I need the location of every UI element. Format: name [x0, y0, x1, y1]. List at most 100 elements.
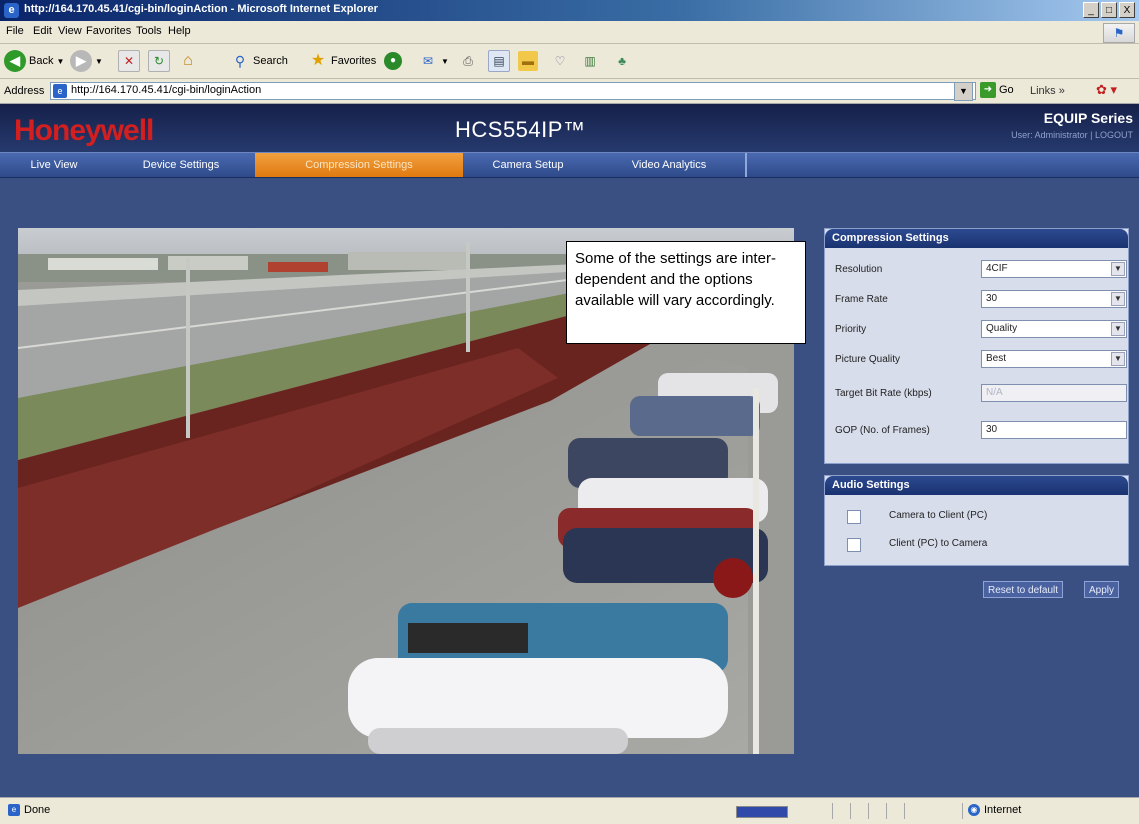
target-bit-rate-label: Target Bit Rate (kbps)	[835, 388, 932, 399]
windows-logo-icon: ⚑	[1103, 23, 1135, 43]
discuss-button[interactable]: ♣	[612, 49, 632, 73]
camera-to-client-option[interactable]: Camera to Client (PC)	[847, 509, 1107, 525]
print-button[interactable]: ⎙	[458, 49, 478, 73]
priority-value: Quality	[986, 323, 1018, 334]
tab-live-view[interactable]: Live View	[0, 153, 108, 177]
camera-to-client-checkbox[interactable]	[847, 510, 861, 524]
resolution-select[interactable]: 4CIF ▼	[981, 260, 1127, 278]
menu-help[interactable]: Help	[168, 25, 191, 37]
close-button[interactable]: X	[1119, 2, 1135, 18]
honeywell-logo: Honeywell	[14, 114, 154, 147]
menu-tools[interactable]: Tools	[136, 25, 162, 37]
search-button[interactable]: ⚲ Search	[230, 49, 288, 73]
chevron-down-icon: ▼	[1111, 352, 1125, 366]
status-divider	[868, 803, 869, 819]
status-divider	[832, 803, 833, 819]
load-progress-bar	[736, 806, 788, 818]
research-button[interactable]: ▥	[580, 49, 600, 73]
page-done-icon: e	[8, 804, 20, 816]
links-button[interactable]: Links »	[1030, 85, 1065, 97]
client-to-camera-option[interactable]: Client (PC) to Camera	[847, 537, 1107, 553]
apply-button[interactable]: Apply	[1084, 581, 1120, 598]
book-icon: ▥	[584, 54, 596, 68]
window-title: http://164.170.45.41/cgi-bin/loginAction…	[24, 3, 378, 15]
go-button[interactable]: ➜ Go	[980, 82, 1014, 98]
back-arrow-icon: ◀	[4, 50, 26, 72]
web-page: Honeywell HCS554IP™ EQUIP Series User: A…	[0, 104, 1139, 797]
frame-rate-select[interactable]: 30 ▼	[981, 290, 1127, 308]
client-to-camera-checkbox[interactable]	[847, 538, 861, 552]
resolution-row: Resolution 4CIF ▼	[835, 260, 1127, 280]
reset-to-default-button[interactable]: Reset to default	[983, 581, 1064, 598]
picture-quality-label: Picture Quality	[835, 354, 901, 365]
mail-icon: ✉	[422, 54, 434, 68]
links-label: Links	[1030, 85, 1056, 97]
compression-settings-title: Compression Settings	[825, 229, 1128, 248]
refresh-button[interactable]: ↻	[148, 49, 170, 73]
target-bit-rate-row: Target Bit Rate (kbps) N/A	[835, 384, 1127, 404]
forward-button[interactable]: ▶ ▼	[70, 49, 103, 73]
menu-file[interactable]: File	[6, 25, 24, 37]
go-label: Go	[999, 84, 1014, 96]
main-nav: Live View Device Settings Compression Se…	[0, 152, 1139, 178]
edit-button[interactable]: ▤	[488, 49, 510, 73]
menu-favorites[interactable]: Favorites	[86, 25, 131, 37]
audio-settings-title: Audio Settings	[825, 476, 1128, 495]
user-logout-line[interactable]: User: Administrator | LOGOUT	[1011, 130, 1133, 140]
status-divider	[962, 803, 963, 819]
frame-rate-row: Frame Rate 30 ▼	[835, 290, 1127, 310]
camera-to-client-label: Camera to Client (PC)	[889, 510, 988, 521]
gop-input[interactable]: 30	[981, 421, 1127, 439]
chevron-down-icon: ▼	[1111, 262, 1125, 276]
priority-label: Priority	[835, 324, 867, 335]
address-bar: Address e http://164.170.45.41/cgi-bin/l…	[0, 79, 1139, 104]
favorites-label: Favorites	[331, 55, 377, 67]
chevron-down-icon: ▼	[1111, 292, 1125, 306]
search-label: Search	[253, 55, 288, 67]
globe-icon: ◉	[968, 804, 980, 816]
status-message: e Done	[8, 804, 50, 816]
address-input[interactable]: e http://164.170.45.41/cgi-bin/loginActi…	[50, 82, 976, 100]
folder-button[interactable]: ▬	[518, 49, 538, 73]
home-button[interactable]: ⌂	[178, 49, 198, 73]
client-to-camera-label: Client (PC) to Camera	[889, 538, 988, 549]
tab-compression-settings[interactable]: Compression Settings	[255, 153, 463, 177]
maximize-button[interactable]: □	[1101, 2, 1117, 18]
tab-camera-setup[interactable]: Camera Setup	[463, 153, 593, 177]
star-icon: ★	[310, 52, 326, 69]
tab-device-settings[interactable]: Device Settings	[108, 153, 254, 177]
picture-quality-select[interactable]: Best ▼	[981, 350, 1127, 368]
priority-select[interactable]: Quality ▼	[981, 320, 1127, 338]
messenger-button[interactable]: ♡	[550, 49, 570, 73]
print-icon: ⎙	[463, 54, 473, 68]
search-icon: ⚲	[234, 53, 246, 69]
menu-bar: File Edit View Favorites Tools Help ⚑	[0, 21, 1139, 44]
page-header: Honeywell HCS554IP™ EQUIP Series User: A…	[0, 104, 1139, 152]
mail-dropdown-icon: ▼	[441, 56, 449, 66]
forward-arrow-icon: ▶	[70, 50, 92, 72]
menu-edit[interactable]: Edit	[33, 25, 52, 37]
stop-button[interactable]: ✕	[118, 49, 140, 73]
forward-dropdown-icon: ▼	[95, 56, 103, 66]
security-zone: ◉ Internet	[968, 804, 1021, 816]
frame-rate-label: Frame Rate	[835, 294, 888, 305]
tab-video-analytics[interactable]: Video Analytics	[593, 153, 745, 177]
frame-rate-value: 30	[986, 293, 998, 304]
back-button[interactable]: ◀ Back ▼	[4, 49, 64, 73]
compression-settings-panel: Compression Settings Resolution 4CIF ▼ F…	[824, 228, 1129, 464]
browser-toolbar: ◀ Back ▼ ▶ ▼ ✕ ↻ ⌂ ⚲ Search ★ Favorites …	[0, 44, 1139, 79]
favorites-button[interactable]: ★ Favorites	[308, 49, 376, 73]
menu-view[interactable]: View	[58, 25, 82, 37]
chevron-down-icon: ▼	[1111, 322, 1125, 336]
page-icon: e	[53, 84, 67, 98]
address-dropdown-icon[interactable]: ▼	[954, 82, 973, 101]
media-button[interactable]: ●	[384, 49, 402, 73]
status-text: Done	[24, 804, 51, 816]
zone-label: Internet	[984, 804, 1022, 816]
picture-quality-value: Best	[986, 353, 1007, 364]
minimize-button[interactable]: _	[1083, 2, 1099, 18]
priority-row: Priority Quality ▼	[835, 320, 1127, 340]
toolbar-extension-icon[interactable]: ✿ ▾	[1096, 82, 1117, 98]
status-divider	[886, 803, 887, 819]
mail-button[interactable]: ✉ ▼	[418, 49, 449, 73]
